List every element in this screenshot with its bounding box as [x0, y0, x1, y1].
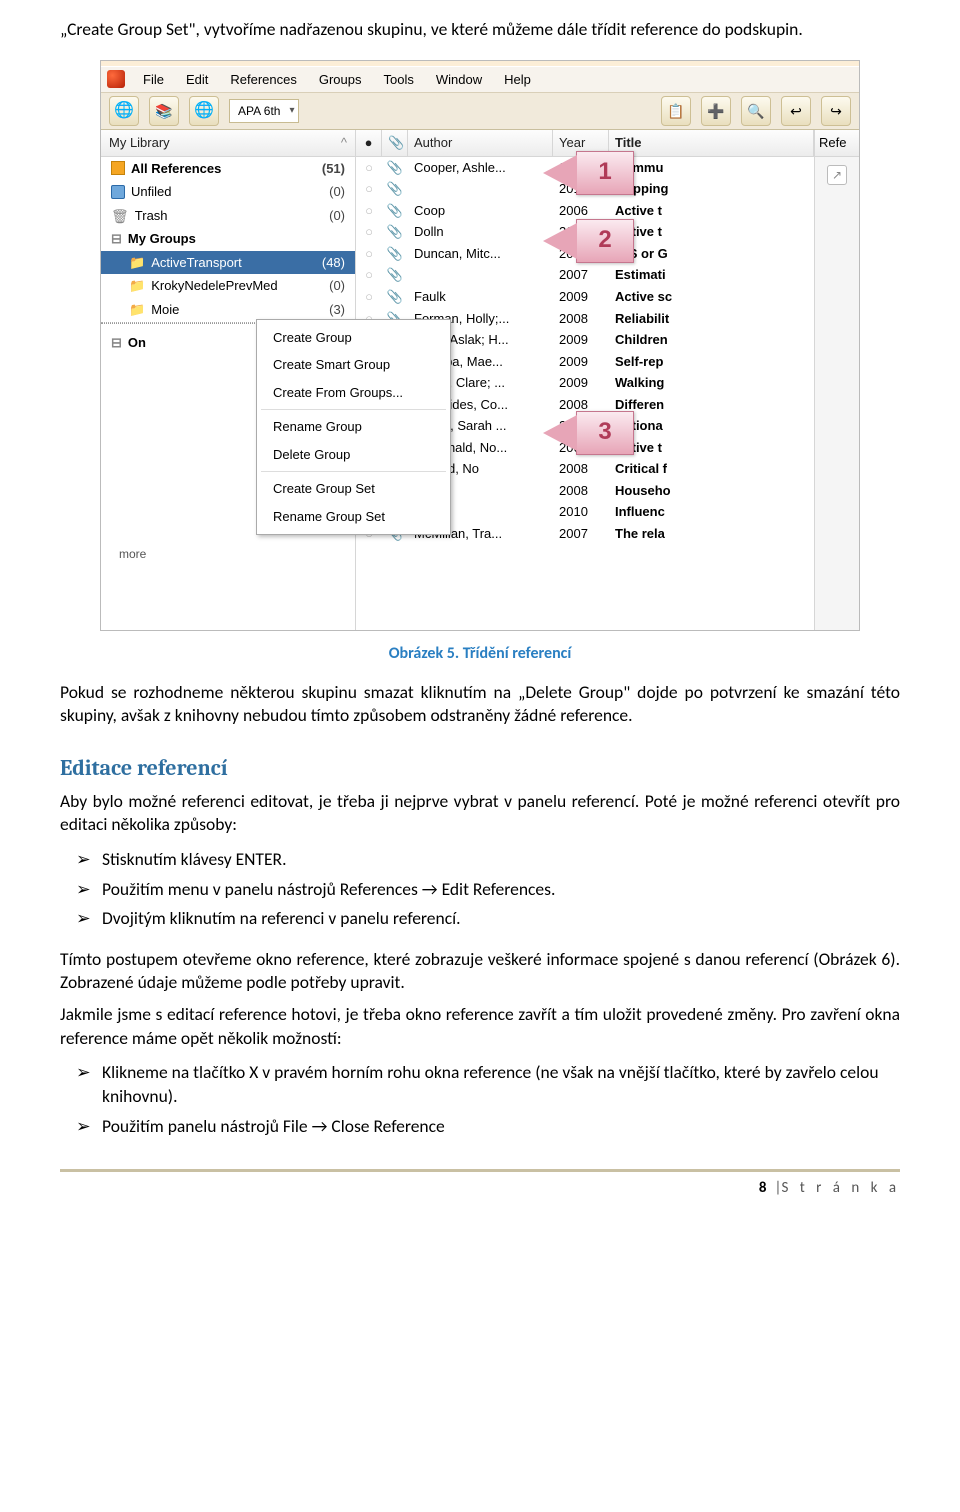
context-menu: Create Group Create Smart Group Create F…	[256, 319, 451, 536]
folder-icon	[111, 185, 125, 199]
style-dropdown[interactable]: APA 6th	[229, 99, 299, 123]
edit-close-list: Klikneme na tlačítko X v pravém horním r…	[60, 1058, 900, 1141]
attach-col-icon[interactable]: 📎	[382, 130, 408, 156]
app-icon	[107, 70, 125, 88]
ctx-create-group-set[interactable]: Create Group Set	[257, 475, 450, 503]
menu-tools[interactable]: Tools	[373, 69, 423, 91]
read-col-icon[interactable]: ●	[356, 130, 382, 156]
preview-panel: Refe ↗	[814, 130, 859, 630]
edit-open-list: Stisknutím klávesy ENTER. Použitím menu …	[60, 845, 900, 934]
callout-1: 1	[576, 151, 634, 195]
toolbar: 🌐 📚 🌐 APA 6th 📋 ➕ 🔍 ↩ ↪	[101, 93, 859, 130]
ctx-rename-group[interactable]: Rename Group	[257, 413, 450, 441]
new-ref-icon[interactable]: ➕	[701, 96, 731, 126]
reference-tab[interactable]: Refe	[815, 130, 859, 157]
expand-icon[interactable]: ↗	[827, 165, 847, 185]
arrow-right-icon[interactable]: ↪	[821, 96, 851, 126]
more-label: more	[119, 546, 146, 562]
para-editace-intro: Aby bylo možné referenci editovat, je tř…	[60, 790, 900, 837]
folder-icon	[111, 161, 125, 175]
ctx-create-from-groups[interactable]: Create From Groups...	[257, 379, 450, 407]
ctx-delete-group[interactable]: Delete Group	[257, 441, 450, 469]
table-row[interactable]: ○📎Faulk2009Active sc	[356, 286, 814, 308]
callout-3: 3	[576, 411, 634, 455]
arrow-left-icon[interactable]: ↩	[781, 96, 811, 126]
list-item: Klikneme na tlačítko X v pravém horním r…	[102, 1058, 900, 1111]
trash-icon: 🗑	[111, 209, 129, 223]
trash[interactable]: 🗑Trash (0)	[101, 204, 355, 228]
callout-2: 2	[576, 219, 634, 263]
globe-icon[interactable]: 🌐	[109, 96, 139, 126]
all-references[interactable]: All References (51)	[101, 157, 355, 181]
my-groups-header[interactable]: ⊟My Groups	[101, 227, 355, 251]
list-item: Dvojitým kliknutím na referenci v panelu…	[102, 904, 900, 934]
menu-edit[interactable]: Edit	[176, 69, 218, 91]
my-library-header: My Library^	[101, 130, 355, 157]
para-delete-group: Pokud se rozhodneme některou skupinu sma…	[60, 681, 900, 728]
books-icon[interactable]: 📚	[149, 96, 179, 126]
menu-help[interactable]: Help	[494, 69, 541, 91]
menu-groups[interactable]: Groups	[309, 69, 372, 91]
online-icon[interactable]: 🌐	[189, 96, 219, 126]
title-col[interactable]: Title	[609, 130, 814, 156]
menu-file[interactable]: File	[133, 69, 174, 91]
endnote-screenshot: File Edit References Groups Tools Window…	[100, 60, 860, 632]
footer-rule	[60, 1169, 900, 1172]
page-footer: 8 | S t r á n k a	[60, 1178, 900, 1198]
figure-caption: Obrázek 5. Třídění referencí	[60, 643, 900, 665]
list-item: Použitím panelu nástrojů File → Close Re…	[102, 1112, 900, 1142]
para-open-window: Tímto postupem otevřeme okno reference, …	[60, 948, 900, 995]
ctx-rename-group-set[interactable]: Rename Group Set	[257, 503, 450, 531]
intro-text: „Create Group Set", vytvoříme nadřazenou…	[60, 18, 900, 42]
ctx-create-group[interactable]: Create Group	[257, 324, 450, 352]
menubar: File Edit References Groups Tools Window…	[101, 66, 859, 94]
list-item: Použitím menu v panelu nástrojů Referenc…	[102, 875, 900, 905]
menu-references[interactable]: References	[220, 69, 306, 91]
group-kroky[interactable]: 📁 KrokyNedelePrevMed (0)	[101, 274, 355, 298]
para-close-window: Jakmile jsme s editací reference hotovi,…	[60, 1003, 900, 1050]
menu-window[interactable]: Window	[426, 69, 492, 91]
author-col[interactable]: Author	[408, 130, 553, 156]
search-icon[interactable]: 🔍	[741, 96, 771, 126]
heading-editace: Editace referencí	[60, 754, 900, 784]
group-active-transport[interactable]: 📁 ActiveTransport (48)	[101, 251, 355, 275]
copy-icon[interactable]: 📋	[661, 96, 691, 126]
list-item: Stisknutím klávesy ENTER.	[102, 845, 900, 875]
unfiled[interactable]: Unfiled (0)	[101, 180, 355, 204]
table-row[interactable]: ○📎2007Estimati	[356, 264, 814, 286]
ctx-create-smart-group[interactable]: Create Smart Group	[257, 351, 450, 379]
